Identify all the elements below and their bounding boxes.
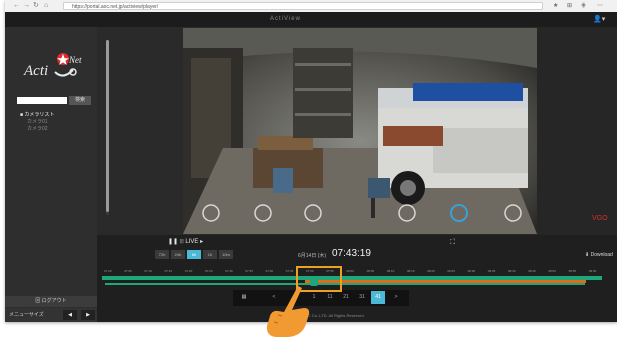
timeline-tick-label: 08:20 <box>427 269 435 273</box>
timeline-tick-label: 08:00 <box>346 269 354 273</box>
timeline-tick-label: 08:05 <box>366 269 375 273</box>
camera-list-item[interactable]: カメラ02 <box>27 125 48 132</box>
timeline-tick-label: 07:25 <box>205 269 213 273</box>
reload-icon[interactable]: ↻ <box>33 2 39 10</box>
vgo-badge: VGO <box>592 215 608 222</box>
home-icon[interactable]: ⌂ <box>44 2 48 10</box>
timeline-tick-label: 07:40 <box>265 269 274 273</box>
timeline-tick-label: 07:30 <box>225 269 233 273</box>
timeline-tick-label: 08:10 <box>386 269 395 273</box>
right-panel <box>537 27 617 235</box>
grid-icon[interactable]: ▤ <box>237 291 251 304</box>
timeline-tick-label: 08:50 <box>548 269 556 273</box>
timeline-tick-label: 08:45 <box>528 269 536 273</box>
address-bar[interactable]: https://portal.aoc.net.jp/actiview/playe… <box>63 2 543 10</box>
star-icon[interactable]: ★ <box>553 2 558 10</box>
menu-icon[interactable]: ⋯ <box>597 2 603 10</box>
menu-expand-button[interactable]: ▶ <box>81 310 95 320</box>
speed-button-1h[interactable]: 1h <box>203 250 217 259</box>
timeline-tick-label: 07:15 <box>164 269 173 273</box>
actinet-logo: Acti Net <box>23 50 85 80</box>
menu-size-label: メニューサイズ <box>9 312 44 318</box>
page-button[interactable]: 21 <box>339 291 353 304</box>
date-label: 6月14日 (木) <box>298 253 327 259</box>
menu-shrink-button[interactable]: ◀ <box>63 310 77 320</box>
forward-icon[interactable]: → <box>23 2 30 10</box>
bookmark-icon[interactable]: ⊞ <box>567 2 572 10</box>
timeline-tick-label: 07:35 <box>245 269 253 273</box>
timeline-tick-label: 07:45 <box>285 269 294 273</box>
logout-button[interactable]: ⊠ ログアウト <box>5 296 97 307</box>
timeline-tick-label: 08:25 <box>447 269 455 273</box>
logo-text-main: Acti <box>23 63 48 79</box>
search-button[interactable]: 検索 <box>69 96 91 105</box>
timeline-tick-label: 07:20 <box>184 269 193 273</box>
timeline-tick-label: 07:10 <box>144 269 152 273</box>
live-button[interactable]: ❚❚ ⦙⦙⦙ LIVE ▸ <box>168 238 203 246</box>
speed-button-72h[interactable]: 72h <box>155 250 169 259</box>
extension-icon[interactable]: ⋕ <box>581 2 586 10</box>
search-input[interactable] <box>17 97 67 104</box>
timeline-tick-label: 08:55 <box>568 269 577 273</box>
page-button[interactable]: 31 <box>355 291 369 304</box>
speed-button-10m[interactable]: 10m <box>219 250 233 259</box>
timeline-tick-label: 08:40 <box>508 269 516 273</box>
camera-video-feed[interactable] <box>183 28 537 234</box>
timeline-tick-label: 08:30 <box>467 269 476 273</box>
camera-list-item[interactable]: カメラ01 <box>27 118 48 125</box>
back-icon[interactable]: ← <box>13 2 20 10</box>
camera-list-title[interactable]: ■ カメラリスト <box>20 111 54 118</box>
app-title: ActiView <box>270 16 301 22</box>
download-button[interactable]: ⬇ Download <box>585 252 613 258</box>
timeline-ticks: 07:00 07:05 07:10 07:15 07:20 07:25 07:30 07:35… <box>102 269 617 275</box>
timeline-tick-label: 09:00 <box>588 269 597 273</box>
page-next-button[interactable]: > <box>389 291 403 304</box>
timeline-tick-label: 08:15 <box>407 269 415 273</box>
timeline-sub-bar[interactable] <box>105 283 585 285</box>
timeline-tick-label: 07:05 <box>124 269 132 273</box>
sidebar-scrollbar-thumb[interactable] <box>106 40 109 212</box>
fullscreen-icon[interactable]: ⛶ <box>450 239 455 247</box>
app-header <box>5 12 617 27</box>
page-button-active[interactable]: 41 <box>371 291 385 304</box>
user-icon[interactable]: 👤▾ <box>593 15 605 23</box>
logo-text-top: Net <box>68 55 82 65</box>
speed-button-6h[interactable]: 6h <box>187 250 201 259</box>
speed-button-24h[interactable]: 24h <box>171 250 185 259</box>
timeline-tick-label: 07:00 <box>104 269 112 273</box>
playback-time: 07:43:19 <box>332 248 371 259</box>
pointing-hand-icon <box>258 282 318 340</box>
page-button[interactable]: 11 <box>323 291 337 304</box>
timeline-tick-label: 08:35 <box>487 269 496 273</box>
